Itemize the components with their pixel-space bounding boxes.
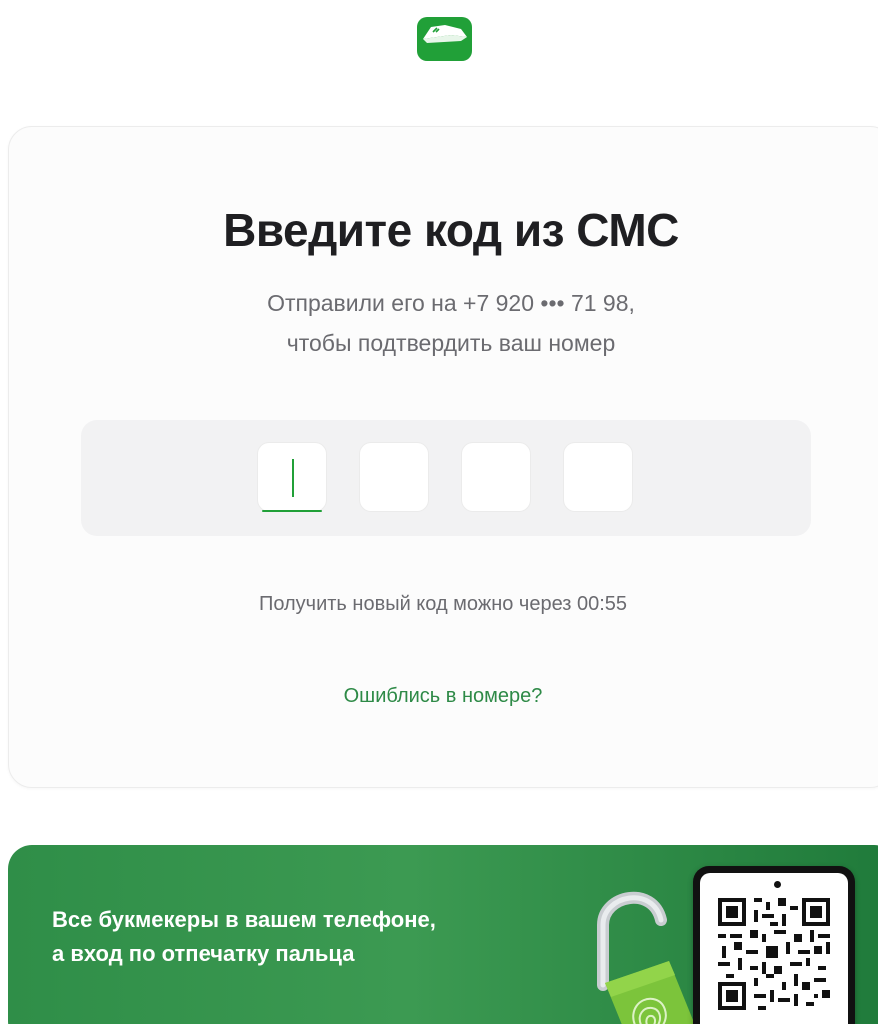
promo-banner[interactable]: Все букмекеры в вашем телефоне, а вход п… [8, 845, 878, 1024]
text-caret [292, 459, 294, 497]
banner-line-2: а вход по отпечатку пальца [52, 941, 355, 966]
phone-with-qr [693, 866, 855, 1024]
sms-code-input-group [81, 420, 811, 536]
resend-code-timer: Получить новый код можно через 00:55 [258, 593, 628, 615]
wrong-number-link[interactable]: Ошиблись в номере? [9, 685, 877, 708]
verification-subtitle: Отправили его на +7 920 ••• 71 98, чтобы… [9, 283, 878, 363]
page: Введите код из СМС Отправили его на +7 9… [0, 0, 878, 1024]
banner-text: Все букмекеры в вашем телефоне, а вход п… [52, 903, 436, 971]
padlock-fingerprint-icon [583, 875, 703, 1024]
bank-logo-icon [417, 17, 472, 61]
code-digit-2-input[interactable] [359, 442, 429, 512]
subtitle-phone-line: Отправили его на +7 920 ••• 71 98, [267, 290, 635, 316]
qr-code-icon [718, 898, 830, 1010]
banner-line-1: Все букмекеры в вашем телефоне, [52, 907, 436, 932]
code-digit-4-input[interactable] [563, 442, 633, 512]
phone-camera [774, 881, 781, 888]
sms-verification-card: Введите код из СМС Отправили его на +7 9… [8, 126, 878, 788]
code-digit-1-input[interactable] [257, 442, 327, 512]
page-title: Введите код из СМС [223, 204, 679, 256]
phone-screen [700, 873, 848, 1024]
code-digit-3-input[interactable] [461, 442, 531, 512]
subtitle-purpose-line: чтобы подтвердить ваш номер [286, 330, 616, 356]
